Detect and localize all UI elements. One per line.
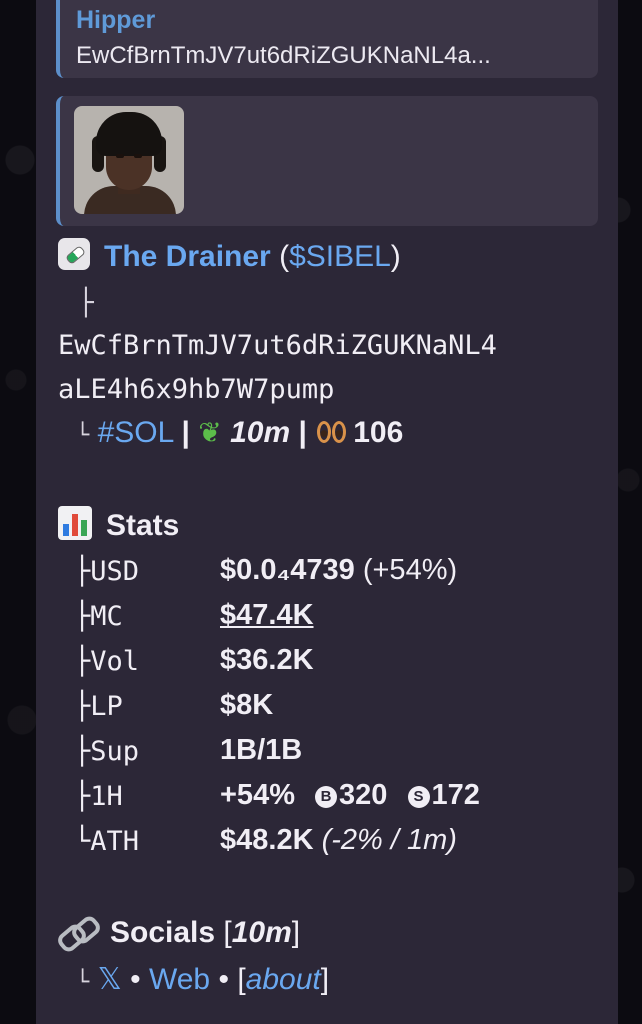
tree-end: └ [76, 423, 90, 448]
buys-count: 320 [339, 779, 388, 811]
contract-address-line-2[interactable]: aLE4h6x9hb7W7pump [58, 374, 334, 405]
reply-quote[interactable]: Hipper EwCfBrnTmJV7ut6dRiZGUKNaNL4a... [56, 0, 598, 78]
stat-row-lp: ├LP [74, 691, 123, 722]
token-meta-row: └ #SOL | ❦ 10m | 106 [76, 416, 403, 450]
socials-heading: Socials [10m] [58, 916, 300, 950]
stats-title: Stats [106, 509, 180, 542]
sells-icon: S [407, 786, 430, 808]
sells-count: 172 [431, 779, 480, 811]
stat-row-1h: ├1H [74, 781, 123, 812]
token-age: 10m [230, 416, 291, 449]
dot-separator: • [130, 963, 141, 996]
token-image[interactable] [74, 106, 184, 214]
sprout-icon: ❦ [198, 417, 222, 448]
buys-icon: B [315, 786, 338, 808]
paren-open: ( [279, 240, 290, 273]
paren-close: ) [390, 240, 401, 273]
ticker-link[interactable]: $SIBEL [289, 240, 391, 273]
socials-links: └ 𝕏 • Web • [about] [76, 962, 330, 997]
socials-title: Socials [110, 916, 216, 949]
stat-value-sup: 1B/1B [220, 734, 303, 766]
eyes-icon [315, 421, 349, 445]
web-link[interactable]: Web [149, 963, 210, 996]
stat-value-lp: $8K [220, 689, 274, 721]
stat-value-vol: $36.2K [220, 644, 314, 676]
bar-chart-icon [58, 506, 92, 540]
link-icon [58, 920, 98, 944]
pill-icon [58, 238, 90, 270]
dot-separator: • [218, 963, 229, 996]
about-link[interactable]: about [246, 963, 321, 996]
token-header: The Drainer ($SIBEL) [58, 238, 401, 274]
x-link[interactable]: 𝕏 [98, 962, 122, 997]
stat-value-1h: +54% B 320 S 172 [220, 779, 480, 811]
stat-value-ath: $48.2K (-2% / 1m) [220, 824, 457, 856]
separator: | [181, 416, 190, 449]
socials-age: 10m [231, 916, 292, 949]
reply-author: Hipper [76, 6, 156, 34]
stat-value-mc[interactable]: $47.4K [220, 599, 314, 632]
stats-heading: Stats [58, 506, 179, 543]
tree-branch: ├ [78, 288, 94, 318]
media-preview[interactable] [56, 96, 598, 226]
stat-row-vol: ├Vol [74, 646, 140, 677]
tree-end: └ [76, 970, 90, 995]
chain-hashtag[interactable]: #SOL [98, 416, 174, 449]
stat-row-ath: └ATH [74, 826, 140, 857]
token-name-link[interactable]: The Drainer [104, 240, 271, 273]
stat-row-usd: ├USD [74, 556, 140, 587]
stat-row-sup: ├Sup [74, 736, 140, 767]
stat-row-mc: ├MC [74, 601, 123, 632]
separator: | [298, 416, 307, 449]
reply-preview-text: EwCfBrnTmJV7ut6dRiZGUKNaNL4a... [76, 42, 491, 69]
watchers-count: 106 [353, 416, 404, 449]
stat-value-usd: $0.0₄4739 (+54%) [220, 554, 458, 586]
contract-address-line-1[interactable]: EwCfBrnTmJV7ut6dRiZGUKNaNL4 [58, 330, 497, 361]
